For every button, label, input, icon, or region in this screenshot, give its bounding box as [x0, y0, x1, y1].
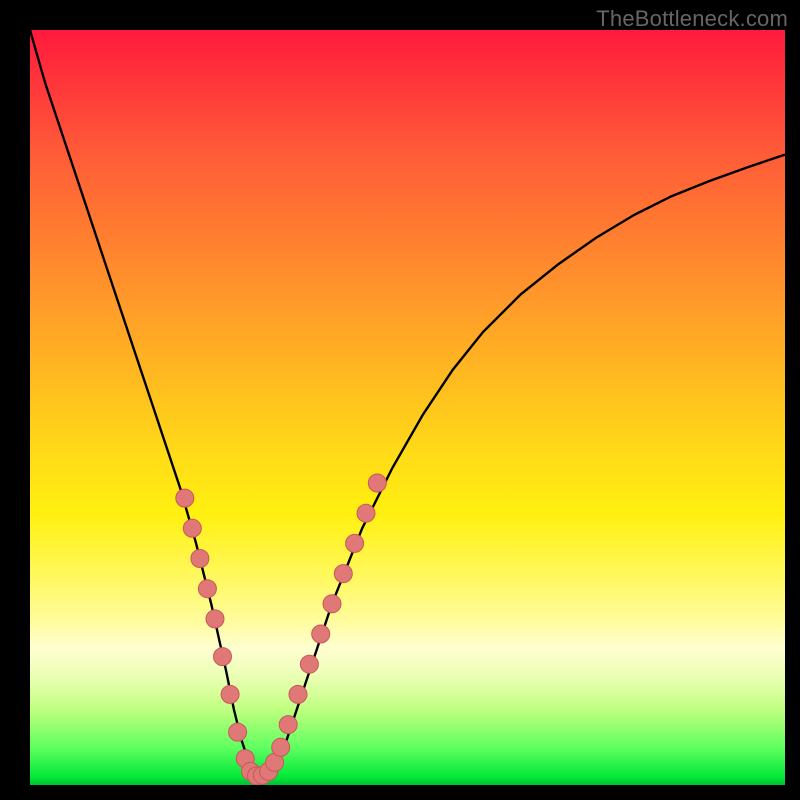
chart-svg [30, 30, 785, 785]
marker-dot [191, 550, 209, 568]
marker-dot [221, 685, 239, 703]
marker-dot [323, 595, 341, 613]
marker-dot [312, 625, 330, 643]
bottleneck-curve [30, 30, 785, 776]
marker-dot [368, 474, 386, 492]
marker-dot [183, 519, 201, 537]
marker-dot [198, 580, 216, 598]
marker-dot [229, 723, 247, 741]
marker-dot [214, 648, 232, 666]
marker-dot [300, 655, 318, 673]
marker-dot [334, 565, 352, 583]
marker-dot [272, 738, 290, 756]
marker-dot [357, 504, 375, 522]
marker-dot [206, 610, 224, 628]
marker-dot [176, 489, 194, 507]
marker-group [176, 474, 386, 785]
watermark-text: TheBottleneck.com [596, 6, 788, 32]
marker-dot [279, 716, 297, 734]
marker-dot [346, 534, 364, 552]
marker-dot [289, 685, 307, 703]
